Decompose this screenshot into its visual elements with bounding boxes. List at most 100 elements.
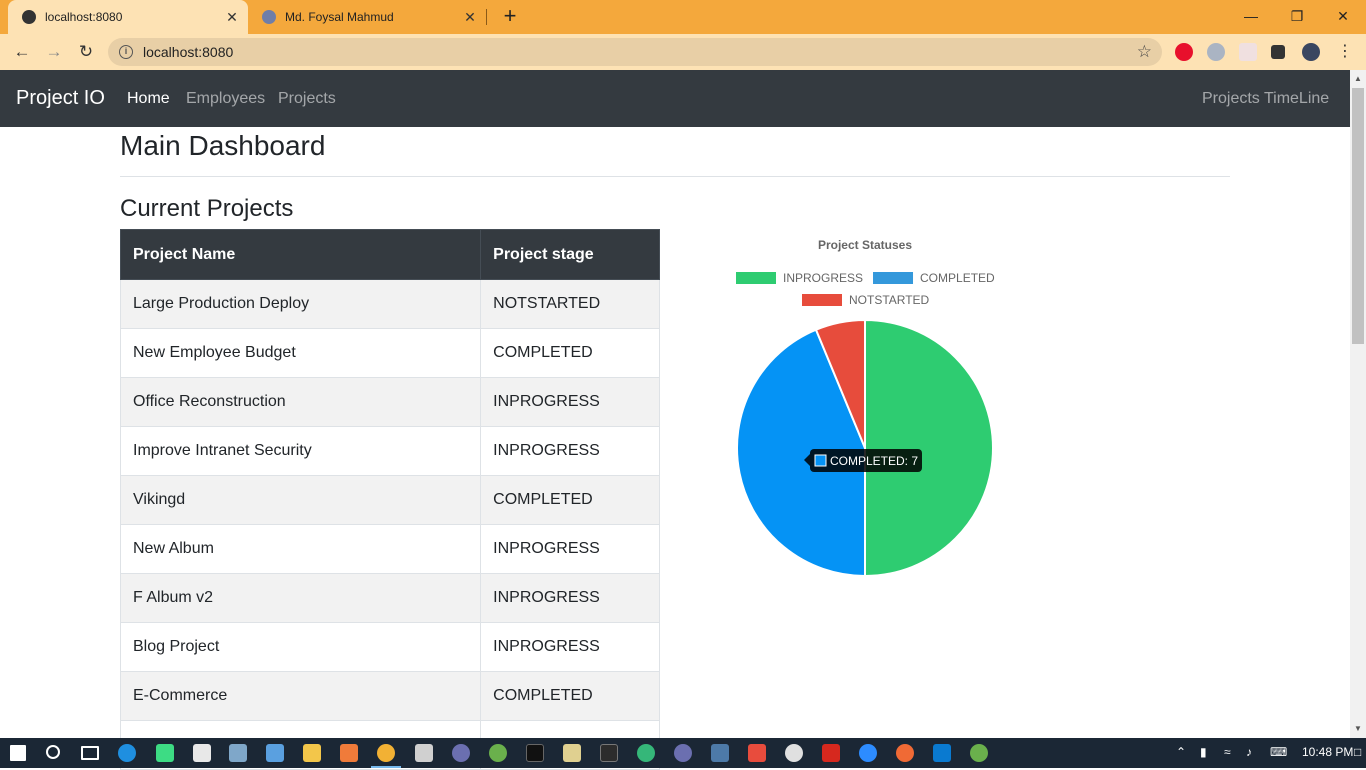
chrome-icon[interactable]: [377, 744, 395, 762]
legend-label[interactable]: COMPLETED: [920, 271, 995, 285]
project-stage-cell: COMPLETED: [480, 475, 660, 525]
projects-table: Project Name Project stage Large Product…: [119, 229, 660, 770]
app-icon[interactable]: [340, 744, 358, 762]
profile-avatar[interactable]: [1302, 43, 1320, 61]
chart-legend: INPROGRESS COMPLETED NOTSTARTED: [736, 271, 995, 307]
table-row: Vikingd COMPLETED: [119, 475, 660, 525]
project-name-cell: F Album v2: [119, 573, 482, 623]
project-stage-cell: INPROGRESS: [480, 622, 660, 672]
app-icon[interactable]: [452, 744, 470, 762]
address-bar[interactable]: i localhost:8080 ☆: [108, 38, 1162, 66]
photos-icon[interactable]: [229, 744, 247, 762]
nav-projects-timeline[interactable]: Projects TimeLine: [1202, 90, 1329, 108]
brand-logo[interactable]: Project IO: [16, 87, 105, 110]
wifi-icon[interactable]: ≈: [1224, 745, 1231, 759]
scroll-up-arrow-icon[interactable]: ▲: [1350, 72, 1366, 86]
nav-projects[interactable]: Projects: [278, 90, 336, 108]
search-icon[interactable]: [46, 745, 60, 759]
legend-label[interactable]: INPROGRESS: [783, 271, 863, 285]
section-title: Current Projects: [120, 195, 294, 222]
project-name-cell: New Album: [119, 524, 482, 574]
app-icon[interactable]: [266, 744, 284, 762]
calculator-icon[interactable]: [415, 744, 433, 762]
project-status-chart: Project Statuses INPROGRESS COMPLETED NOTS…: [700, 230, 1030, 590]
project-stage-cell: NOTSTARTED: [480, 279, 660, 329]
minimize-button[interactable]: —: [1236, 4, 1266, 28]
zoom-icon[interactable]: [859, 744, 877, 762]
app-icon[interactable]: [748, 744, 766, 762]
extension-icon[interactable]: [1239, 43, 1257, 61]
puzzle-icon[interactable]: [1271, 45, 1285, 59]
vscode-icon[interactable]: [933, 744, 951, 762]
page-scrollbar[interactable]: ▲ ▼: [1350, 70, 1366, 738]
bookmark-star-icon[interactable]: ☆: [1137, 42, 1152, 62]
app-icon[interactable]: [600, 744, 618, 762]
table-row: New Employee Budget COMPLETED: [119, 328, 660, 378]
restore-button[interactable]: ❐: [1282, 4, 1312, 28]
reload-icon[interactable]: ↻: [74, 40, 98, 64]
app-icon[interactable]: [637, 744, 655, 762]
close-tab-icon[interactable]: ✕: [224, 9, 240, 25]
back-arrow-icon[interactable]: ←: [10, 40, 34, 64]
legend-label[interactable]: NOTSTARTED: [849, 293, 930, 307]
scroll-down-arrow-icon[interactable]: ▼: [1350, 722, 1366, 736]
windows-start-icon[interactable]: [10, 745, 26, 761]
project-name-cell: Vikingd: [119, 475, 482, 525]
nav-home[interactable]: Home: [127, 90, 170, 108]
table-row: E-Commerce COMPLETED: [119, 671, 660, 721]
project-stage-cell: INPROGRESS: [480, 377, 660, 427]
tab-title: Md. Foysal Mahmud: [285, 10, 394, 24]
table-row: F Album v2 INPROGRESS: [119, 573, 660, 623]
column-header-name: Project Name: [119, 229, 482, 280]
project-stage-cell: INPROGRESS: [480, 573, 660, 623]
mail-icon[interactable]: [193, 744, 211, 762]
menu-kebab-icon[interactable]: ⋮: [1333, 40, 1357, 64]
edge-icon[interactable]: [118, 744, 136, 762]
legend-swatch[interactable]: [802, 294, 842, 306]
info-icon[interactable]: i: [119, 45, 133, 59]
divider: [120, 176, 1230, 177]
notification-icon[interactable]: □: [1354, 745, 1361, 759]
task-view-icon[interactable]: [81, 746, 99, 760]
app-icon[interactable]: [970, 744, 988, 762]
file-explorer-icon[interactable]: [303, 744, 321, 762]
terminal-icon[interactable]: [526, 744, 544, 762]
tab-profile[interactable]: Md. Foysal Mahmud ✕: [250, 0, 486, 34]
battery-icon[interactable]: ▮: [1200, 745, 1207, 759]
table-row: Office Reconstruction INPROGRESS: [119, 377, 660, 427]
windows-taskbar: ⌃ ▮ ≈ ♪ ⌨ 10:48 PM □: [0, 738, 1366, 768]
forward-arrow-icon[interactable]: →: [42, 40, 66, 64]
close-tab-icon[interactable]: ✕: [462, 9, 478, 25]
app-icon[interactable]: [785, 744, 803, 762]
volume-icon[interactable]: ♪: [1246, 745, 1252, 759]
adblock-extension-icon[interactable]: [1175, 43, 1193, 61]
chart-title: Project Statuses: [818, 238, 912, 252]
url-text[interactable]: localhost:8080: [143, 44, 233, 60]
legend-swatch[interactable]: [736, 272, 776, 284]
project-name-cell: Blog Project: [119, 622, 482, 672]
app-icon[interactable]: [489, 744, 507, 762]
acrobat-icon[interactable]: [822, 744, 840, 762]
pie-slice-inprogress[interactable]: [864, 318, 994, 578]
scroll-thumb[interactable]: [1352, 88, 1364, 344]
android-studio-icon[interactable]: [156, 744, 174, 762]
app-icon[interactable]: [711, 744, 729, 762]
legend-swatch[interactable]: [873, 272, 914, 284]
notepad-icon[interactable]: [563, 744, 581, 762]
table-row: Improve Intranet Security INPROGRESS: [119, 426, 660, 476]
table-row: Blog Project INPROGRESS: [119, 622, 660, 672]
tab-localhost[interactable]: localhost:8080 ✕: [8, 0, 248, 34]
app-icon[interactable]: [896, 744, 914, 762]
project-name-cell: Large Production Deploy: [119, 279, 482, 329]
pie-slices: [736, 318, 994, 578]
browser-tab-strip: localhost:8080 ✕ Md. Foysal Mahmud ✕ + —…: [0, 0, 1366, 34]
taskbar-clock[interactable]: 10:48 PM: [1302, 745, 1353, 759]
tray-chevron-icon[interactable]: ⌃: [1176, 745, 1186, 759]
ime-icon[interactable]: ⌨: [1270, 745, 1287, 759]
app-icon[interactable]: [674, 744, 692, 762]
app-navbar: Project IO Home Employees Projects Proje…: [0, 70, 1350, 127]
close-window-button[interactable]: ✕: [1328, 4, 1358, 28]
nav-employees[interactable]: Employees: [186, 90, 265, 108]
new-tab-button[interactable]: +: [498, 4, 522, 28]
globe-extension-icon[interactable]: [1207, 43, 1225, 61]
